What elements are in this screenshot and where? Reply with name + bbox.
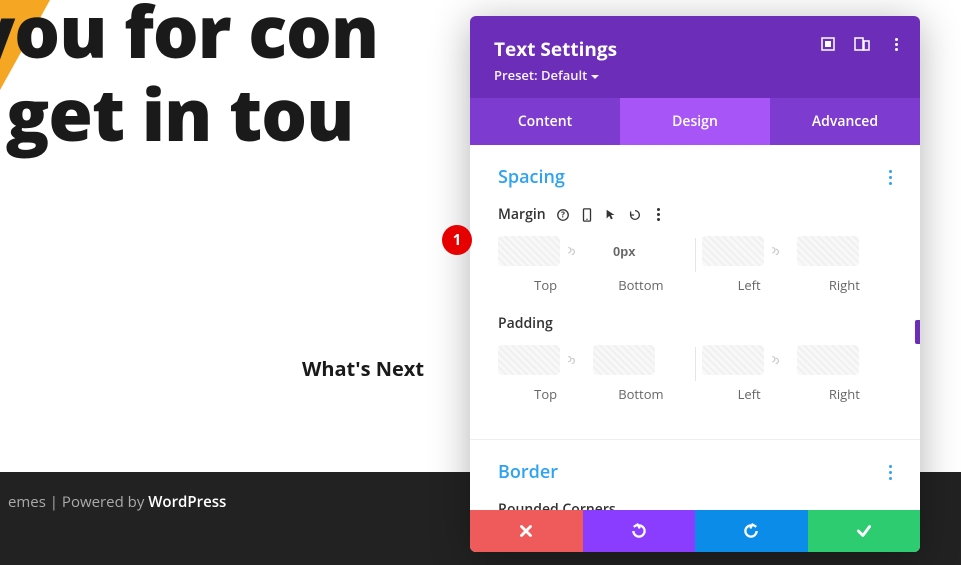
link-icon[interactable]	[560, 236, 580, 266]
margin-bottom-input[interactable]	[593, 236, 655, 266]
cancel-button[interactable]	[470, 510, 583, 552]
svg-text:?: ?	[561, 210, 565, 220]
border-header[interactable]: Border	[498, 460, 892, 484]
margin-control-icons: ?	[556, 208, 666, 222]
whats-next-heading: What's Next	[302, 355, 424, 382]
padding-right-label: Right	[829, 385, 860, 403]
save-button[interactable]	[808, 510, 921, 552]
panel-footer	[470, 510, 920, 552]
padding-bottom-label: Bottom	[618, 385, 663, 403]
panel-body[interactable]: Spacing Margin ?	[470, 145, 920, 510]
redo-button[interactable]	[695, 510, 808, 552]
spacing-title: Spacing	[498, 165, 565, 189]
header-actions	[820, 36, 904, 52]
padding-inputs: Top Bottom	[498, 345, 892, 403]
padding-right-input[interactable]	[797, 345, 859, 375]
spacing-section: Spacing Margin ?	[470, 145, 920, 440]
padding-left-input[interactable]	[702, 345, 764, 375]
footer-themes-text: emes	[8, 492, 46, 512]
footer-platform[interactable]: WordPress	[148, 492, 226, 512]
heading-line-1: nk you for con	[0, 0, 378, 73]
undo-button[interactable]	[583, 510, 696, 552]
page-heading: nk you for con 'e'll get in tou	[0, 0, 378, 156]
border-title: Border	[498, 460, 558, 484]
padding-control: Padding Top	[498, 314, 892, 403]
settings-panel: Text Settings Preset: Default Content De…	[470, 16, 920, 552]
margin-label-row: Margin ?	[498, 205, 892, 224]
border-menu-icon[interactable]	[889, 465, 892, 480]
padding-bottom-input[interactable]	[593, 345, 655, 375]
padding-top-input[interactable]	[498, 345, 560, 375]
margin-inputs: Top Bottom	[498, 236, 892, 294]
border-section: Border Rounded Corners	[470, 440, 920, 510]
help-icon[interactable]: ?	[556, 208, 570, 222]
margin-right-input[interactable]	[797, 236, 859, 266]
spacing-header[interactable]: Spacing	[498, 165, 892, 189]
padding-left-label: Left	[738, 385, 761, 403]
preset-dropdown[interactable]: Preset: Default	[494, 66, 896, 84]
margin-left-label: Left	[738, 276, 761, 294]
margin-bottom-label: Bottom	[618, 276, 663, 294]
padding-label: Padding	[498, 314, 553, 333]
divider	[695, 238, 696, 272]
more-menu-icon[interactable]	[888, 36, 904, 52]
panel-header: Text Settings Preset: Default	[470, 16, 920, 98]
margin-right-label: Right	[829, 276, 860, 294]
footer-separator: | Powered by	[46, 492, 148, 512]
link-icon[interactable]	[560, 345, 580, 375]
heading-line-2: 'e'll get in tou	[0, 73, 378, 156]
padding-top-label: Top	[534, 385, 557, 403]
tab-advanced[interactable]: Advanced	[770, 98, 920, 145]
rounded-corners-label: Rounded Corners	[498, 500, 892, 510]
hover-icon[interactable]	[604, 208, 618, 222]
margin-left-input[interactable]	[702, 236, 764, 266]
reset-icon[interactable]	[628, 208, 642, 222]
annotation-marker: 1	[442, 225, 472, 255]
margin-control: Margin ?	[498, 205, 892, 294]
spacing-menu-icon[interactable]	[889, 170, 892, 185]
tab-content[interactable]: Content	[470, 98, 620, 145]
tab-design[interactable]: Design	[620, 98, 770, 145]
phone-icon[interactable]	[580, 208, 594, 222]
margin-label: Margin	[498, 205, 546, 224]
link-icon[interactable]	[764, 236, 784, 266]
scrollbar-thumb[interactable]	[915, 320, 920, 344]
link-icon[interactable]	[764, 345, 784, 375]
panel-tabs: Content Design Advanced	[470, 98, 920, 145]
expand-icon[interactable]	[820, 36, 836, 52]
divider	[695, 347, 696, 381]
padding-label-row: Padding	[498, 314, 892, 333]
responsive-icon[interactable]	[854, 36, 870, 52]
margin-more-icon[interactable]	[652, 208, 666, 222]
margin-top-input[interactable]	[498, 236, 560, 266]
margin-top-label: Top	[534, 276, 557, 294]
